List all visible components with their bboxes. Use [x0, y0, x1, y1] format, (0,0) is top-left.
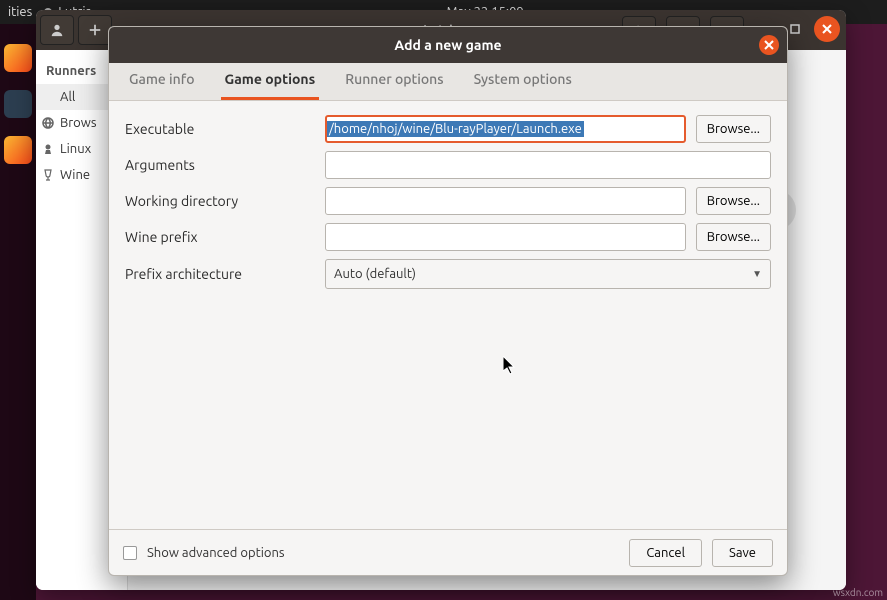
dialog-title: Add a new game: [394, 37, 501, 53]
tab-runner-options[interactable]: Runner options: [341, 71, 447, 100]
chevron-down-icon: ▼: [752, 268, 762, 280]
dock: [0, 24, 36, 600]
prefix-arch-label: Prefix architecture: [125, 266, 325, 282]
close-button[interactable]: [814, 16, 840, 42]
executable-value: /home/nhoj/wine/Blu-rayPlayer/Launch.exe: [327, 121, 584, 137]
prefix-arch-value: Auto (default): [334, 267, 416, 281]
working-dir-label: Working directory: [125, 193, 325, 209]
wine-prefix-input[interactable]: [325, 223, 686, 251]
activities-label[interactable]: ities: [8, 5, 32, 19]
cancel-button[interactable]: Cancel: [629, 539, 702, 567]
executable-input[interactable]: /home/nhoj/wine/Blu-rayPlayer/Launch.exe: [325, 115, 686, 143]
account-button[interactable]: [40, 15, 74, 45]
dialog-header: Add a new game: [109, 27, 787, 63]
arguments-label: Arguments: [125, 157, 325, 173]
arguments-input[interactable]: [325, 151, 771, 179]
form-area: Executable /home/nhoj/wine/Blu-rayPlayer…: [109, 101, 787, 529]
dialog-footer: Show advanced options Cancel Save: [109, 529, 787, 575]
tab-bar: Game info Game options Runner options Sy…: [109, 63, 787, 101]
dialog-close-button[interactable]: [759, 35, 779, 55]
tab-game-info[interactable]: Game info: [125, 71, 199, 100]
save-button[interactable]: Save: [712, 539, 773, 567]
prefix-arch-select[interactable]: Auto (default) ▼: [325, 259, 771, 289]
add-button[interactable]: [78, 15, 112, 45]
dock-icon[interactable]: [4, 44, 32, 72]
working-dir-input[interactable]: [325, 187, 686, 215]
add-game-dialog: Add a new game Game info Game options Ru…: [108, 26, 788, 576]
watermark: wsxdn.com: [833, 587, 883, 598]
advanced-label: Show advanced options: [147, 546, 285, 560]
tab-game-options[interactable]: Game options: [221, 71, 320, 100]
executable-browse-button[interactable]: Browse...: [696, 115, 771, 143]
wine-prefix-browse-button[interactable]: Browse...: [696, 223, 771, 251]
dock-icon[interactable]: [4, 90, 32, 118]
executable-label: Executable: [125, 121, 325, 137]
dock-icon[interactable]: [4, 136, 32, 164]
wine-prefix-label: Wine prefix: [125, 229, 325, 245]
advanced-checkbox[interactable]: [123, 546, 137, 560]
working-dir-browse-button[interactable]: Browse...: [696, 187, 771, 215]
tab-system-options[interactable]: System options: [470, 71, 576, 100]
